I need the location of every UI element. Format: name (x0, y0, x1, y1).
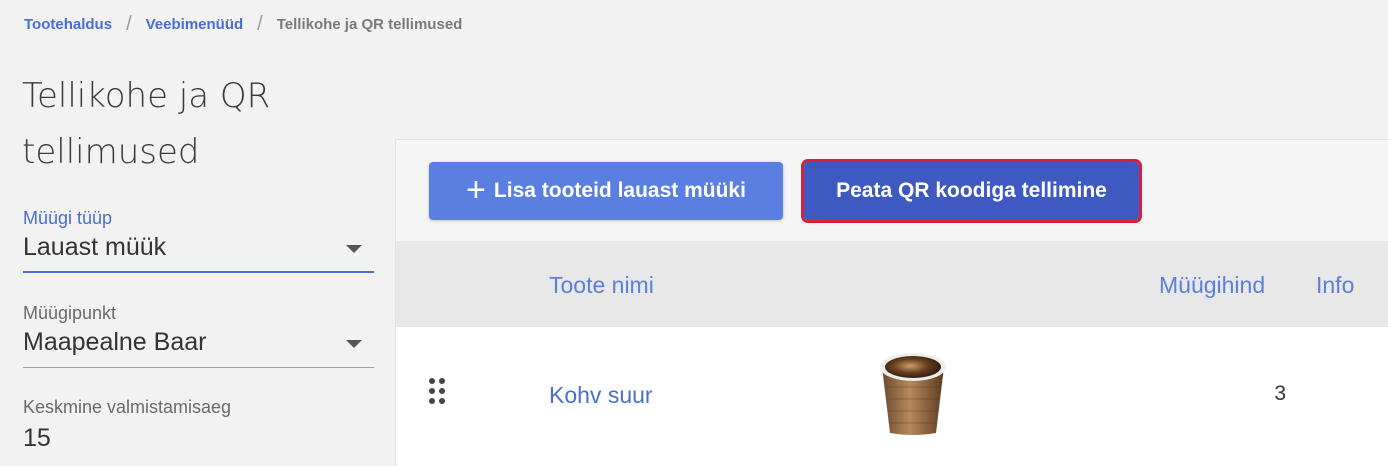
breadcrumb-separator: / (126, 12, 132, 35)
coffee-cup-image (880, 353, 946, 435)
products-panel: + Lisa tooteid lauast müüki Peata QR koo… (395, 139, 1388, 466)
breadcrumb-current: Tellikohe ja QR tellimused (276, 15, 463, 33)
breadcrumb-link-tootehaldus[interactable]: Tootehaldus (24, 16, 112, 33)
table-row: Kohv suur 3 (396, 327, 1388, 466)
sale-type-select[interactable]: Lauast müük (23, 229, 374, 273)
column-header-info[interactable]: Info (1316, 271, 1354, 299)
column-header-name[interactable]: Toote nimi (549, 271, 654, 299)
breadcrumb: Tootehaldus / Veebimenüüd / Tellikohe ja… (24, 12, 463, 35)
table-header: Toote nimi Müügihind Info (396, 241, 1388, 327)
breadcrumb-link-veebimenuud[interactable]: Veebimenüüd (146, 16, 244, 33)
toolbar: + Lisa tooteid lauast müüki Peata QR koo… (396, 140, 1388, 241)
prep-time-label: Keskmine valmistamisaeg (23, 397, 232, 417)
sale-point-field: Müügipunkt Maapealne Baar (23, 302, 374, 368)
prep-time-value[interactable]: 15 (23, 418, 374, 458)
drag-handle-icon[interactable] (427, 376, 447, 406)
sale-type-value: Lauast müük (23, 233, 167, 261)
prep-time-field: Keskmine valmistamisaeg 15 (23, 396, 374, 458)
sale-point-label: Müügipunkt (23, 303, 117, 323)
product-price: 3 (1274, 382, 1286, 405)
sale-point-select[interactable]: Maapealne Baar (23, 324, 374, 368)
plus-icon: + (466, 170, 486, 209)
stop-qr-ordering-label: Peata QR koodiga tellimine (836, 179, 1107, 202)
column-header-price[interactable]: Müügihind (1159, 271, 1265, 299)
add-products-button[interactable]: + Lisa tooteid lauast müüki (429, 162, 783, 220)
chevron-down-icon (346, 340, 362, 348)
chevron-down-icon (346, 245, 362, 253)
add-products-label: Lisa tooteid lauast müüki (493, 179, 746, 202)
stop-qr-ordering-button[interactable]: Peata QR koodiga tellimine (801, 159, 1142, 223)
sale-type-field: Müügi tüüp Lauast müük (23, 207, 374, 273)
sale-type-label: Müügi tüüp (23, 208, 113, 228)
page-title: Tellikohe ja QR tellimused (22, 76, 271, 172)
sale-point-value: Maapealne Baar (23, 328, 207, 356)
product-name[interactable]: Kohv suur (549, 382, 653, 409)
breadcrumb-separator: / (257, 12, 263, 35)
